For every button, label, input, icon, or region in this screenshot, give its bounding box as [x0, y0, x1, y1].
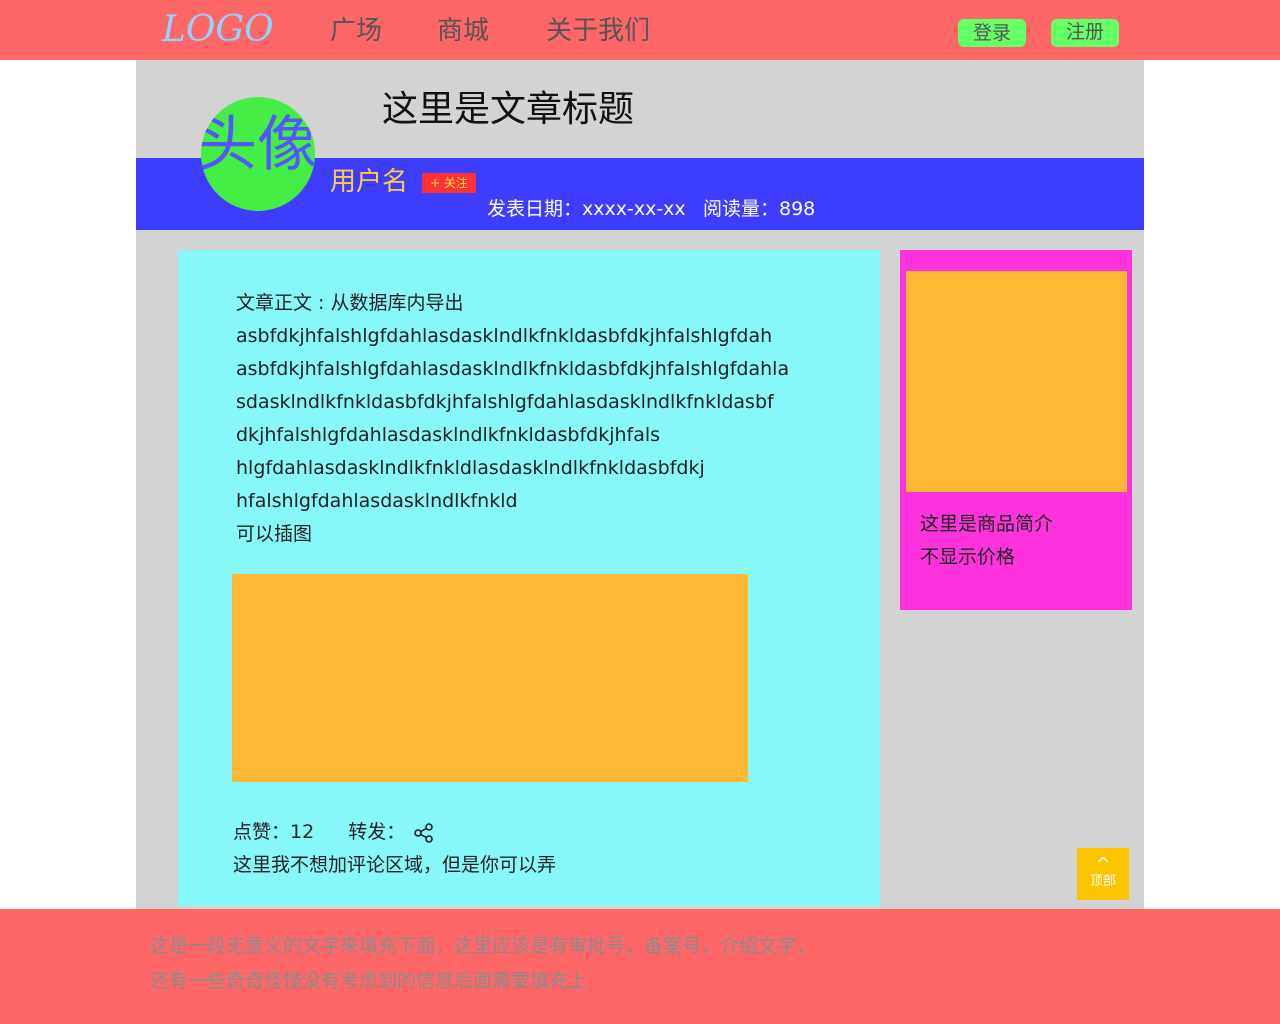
product-image-placeholder	[906, 271, 1127, 492]
article-body-line: asbfdkjhfalshlgfdahlasdasklndlkfnkldasbf…	[236, 325, 773, 347]
publish-date: 发表日期：xxxx-xx-xx	[487, 198, 686, 220]
share-label: 转发：	[348, 821, 406, 843]
article-body-line: hlgfdahlasdasklndlkfnkldlasdasklndlkfnkl…	[236, 457, 705, 479]
view-count: 阅读量：898	[703, 198, 816, 220]
avatar-label: 头像	[201, 110, 315, 180]
logo[interactable]: LOGO	[162, 8, 274, 52]
product-description-line: 这里是商品简介	[920, 513, 1054, 535]
share-icon[interactable]	[413, 822, 435, 844]
footer-line: 还有一些奇奇怪怪没有考虑到的信息后面需要填充上	[150, 970, 588, 992]
login-button[interactable]: 登录	[958, 19, 1026, 47]
product-card[interactable]: 这里是商品简介 不显示价格	[900, 250, 1132, 610]
article-body-line: hfalshlgfdahlasdasklndlkfnkld	[236, 490, 518, 512]
article-stats: 点赞：12 转发：	[233, 816, 435, 849]
back-to-top-label: 顶部	[1089, 874, 1116, 889]
article-title: 这里是文章标题	[382, 89, 635, 130]
footer-line: 这是一段无意义的文字来填充下面，这里应该是有审批号，备案号，介绍文字，	[150, 935, 816, 957]
main-content: 这里是文章标题 头像 用户名 + 关注 发表日期：xxxx-xx-xx 阅读量：…	[136, 60, 1144, 910]
footer: 这是一段无意义的文字来填充下面，这里应该是有审批号，备案号，介绍文字， 还有一些…	[0, 909, 1280, 1024]
username[interactable]: 用户名	[330, 164, 408, 200]
avatar[interactable]: 头像	[201, 97, 315, 211]
article-card: 文章正文 : 从数据库内导出 asbfdkjhfalshlgfdahlasdas…	[178, 250, 880, 906]
register-button[interactable]: 注册	[1051, 19, 1119, 47]
follow-button[interactable]: + 关注	[422, 173, 476, 193]
article-body: 文章正文 : 从数据库内导出 asbfdkjhfalshlgfdahlasdas…	[236, 287, 796, 551]
nav-item-mall[interactable]: 商城	[437, 14, 489, 48]
back-to-top-button[interactable]: ^ 顶部	[1077, 848, 1129, 900]
article-body-line: sdasklndlkfnkldasbfdkjhfalshlgfdahlasdas…	[236, 391, 774, 413]
footer-text: 这是一段无意义的文字来填充下面，这里应该是有审批号，备案号，介绍文字， 还有一些…	[150, 929, 815, 999]
nav-item-square[interactable]: 广场	[330, 14, 382, 48]
article-body-line: 可以插图	[236, 523, 313, 545]
article-body-line: 文章正文 : 从数据库内导出	[236, 292, 464, 314]
product-description-line: 不显示价格	[920, 546, 1016, 568]
comment-note: 这里我不想加评论区域，但是你可以弄	[233, 854, 557, 876]
article-body-line: asbfdkjhfalshlgfdahlasdasklndlkfnkldasbf…	[236, 358, 790, 380]
chevron-up-icon: ^	[1095, 854, 1111, 875]
article-body-line: dkjhfalshlgfdahlasdasklndlkfnkldasbfdkjh…	[236, 424, 661, 446]
product-description: 这里是商品简介 不显示价格	[920, 508, 1053, 574]
like-count[interactable]: 点赞：12	[233, 816, 314, 849]
nav-item-about-us[interactable]: 关于我们	[546, 14, 650, 48]
top-nav-bar: LOGO 广场 商城 关于我们 登录 注册	[0, 0, 1280, 60]
article-image-placeholder	[232, 574, 748, 782]
